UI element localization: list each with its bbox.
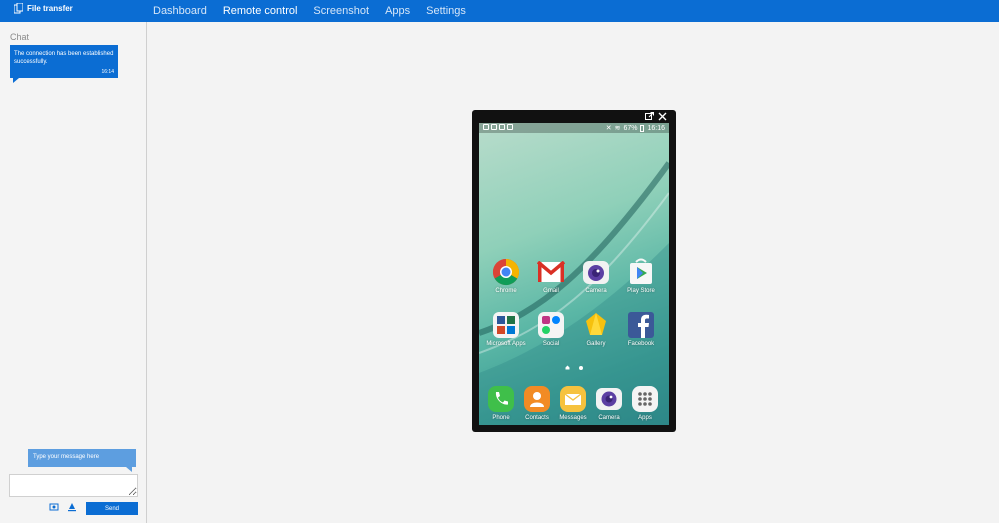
remote-control-area: ✕ ≋ 67% 16:16 Chrome Gmail Camera Play S… xyxy=(148,22,999,523)
wifi-icon: ≋ xyxy=(614,125,621,132)
app-social[interactable]: Social xyxy=(531,311,571,348)
device-time: 16:16 xyxy=(647,124,665,132)
app-title-label: File transfer xyxy=(27,4,73,13)
app-chrome[interactable]: Chrome xyxy=(486,258,526,295)
device-frame: ✕ ≋ 67% 16:16 Chrome Gmail Camera Play S… xyxy=(472,110,676,432)
image-icon xyxy=(507,124,513,130)
chat-sidebar: Chat The connection has been established… xyxy=(0,22,147,523)
battery-percent: 67% xyxy=(623,124,638,132)
app-label: Contacts xyxy=(525,415,549,421)
app-camera[interactable]: Camera xyxy=(576,258,616,295)
dock-apps[interactable]: Apps xyxy=(626,385,664,422)
chrome-icon xyxy=(492,258,520,286)
chat-message: The connection has been established succ… xyxy=(10,45,118,83)
app-label: Gallery xyxy=(586,341,606,347)
app-label: Messages xyxy=(559,415,587,421)
send-button[interactable]: Send xyxy=(86,502,138,515)
main-nav: Dashboard Remote control Screenshot Apps… xyxy=(153,0,466,22)
dock-phone[interactable]: Phone xyxy=(482,385,520,422)
dock-messages[interactable]: Messages xyxy=(554,385,592,422)
dock-camera[interactable]: Camera xyxy=(590,385,628,422)
app-label: Camera xyxy=(585,288,607,294)
popout-icon[interactable] xyxy=(645,112,654,121)
apps-grid-icon xyxy=(631,385,659,413)
app-gallery[interactable]: Gallery xyxy=(576,311,616,348)
mail-icon xyxy=(491,124,497,130)
app-label: Phone xyxy=(492,415,510,421)
camera-icon xyxy=(582,258,610,286)
notification-icons xyxy=(483,124,513,130)
app-title: File transfer xyxy=(14,3,73,14)
app-label: Camera xyxy=(598,415,620,421)
tab-settings[interactable]: Settings xyxy=(426,5,466,17)
app-microsoft-apps[interactable]: Microsoft Apps xyxy=(486,311,526,348)
phone-icon xyxy=(487,385,515,413)
top-bar: File transfer Dashboard Remote control S… xyxy=(0,0,999,22)
app-play-store[interactable]: Play Store xyxy=(621,258,661,295)
file-transfer-icon xyxy=(14,3,23,14)
dock-contacts[interactable]: Contacts xyxy=(518,385,556,422)
tab-apps[interactable]: Apps xyxy=(385,5,410,17)
app-label: Facebook xyxy=(627,341,655,347)
close-icon[interactable] xyxy=(658,112,667,121)
compose-hint: Type your message here xyxy=(28,449,136,472)
mute-icon: ✕ xyxy=(605,125,612,132)
app-gmail[interactable]: Gmail xyxy=(531,258,571,295)
play-store-icon xyxy=(627,258,655,286)
gallery-icon xyxy=(582,311,610,339)
screenshot-icon[interactable] xyxy=(49,502,59,512)
battery-icon xyxy=(640,124,645,132)
messages-icon xyxy=(559,385,587,413)
status-right: ✕ ≋ 67% 16:16 xyxy=(606,124,665,132)
chat-title: Chat xyxy=(10,32,30,42)
home-icon xyxy=(565,365,570,370)
chat-message-time: 16:14 xyxy=(101,69,114,75)
eye-icon xyxy=(483,124,489,130)
app-label: Microsoft Apps xyxy=(486,341,526,347)
tab-screenshot[interactable]: Screenshot xyxy=(313,5,369,17)
message-input[interactable] xyxy=(9,474,138,497)
app-facebook[interactable]: Facebook xyxy=(621,311,661,348)
page-dot xyxy=(579,365,583,370)
contacts-icon xyxy=(523,385,551,413)
alert-icon[interactable] xyxy=(67,502,77,512)
app-label: Chrome xyxy=(495,288,517,294)
cloud-icon xyxy=(499,124,505,130)
tab-dashboard[interactable]: Dashboard xyxy=(153,5,207,17)
facebook-icon xyxy=(627,311,655,339)
camera-icon xyxy=(595,385,623,413)
social-icon xyxy=(537,311,565,339)
page-indicator xyxy=(565,365,583,370)
device-status-bar: ✕ ≋ 67% 16:16 xyxy=(479,123,669,133)
microsoft-apps-icon xyxy=(492,311,520,339)
device-screen[interactable]: ✕ ≋ 67% 16:16 Chrome Gmail Camera Play S… xyxy=(479,123,669,425)
chat-message-text: The connection has been established succ… xyxy=(14,51,114,65)
app-label: Gmail xyxy=(543,288,559,294)
app-label: Play Store xyxy=(627,288,655,294)
gmail-icon xyxy=(537,258,565,286)
app-label: Apps xyxy=(638,415,652,421)
tab-remote-control[interactable]: Remote control xyxy=(223,5,298,17)
app-label: Social xyxy=(542,341,560,347)
